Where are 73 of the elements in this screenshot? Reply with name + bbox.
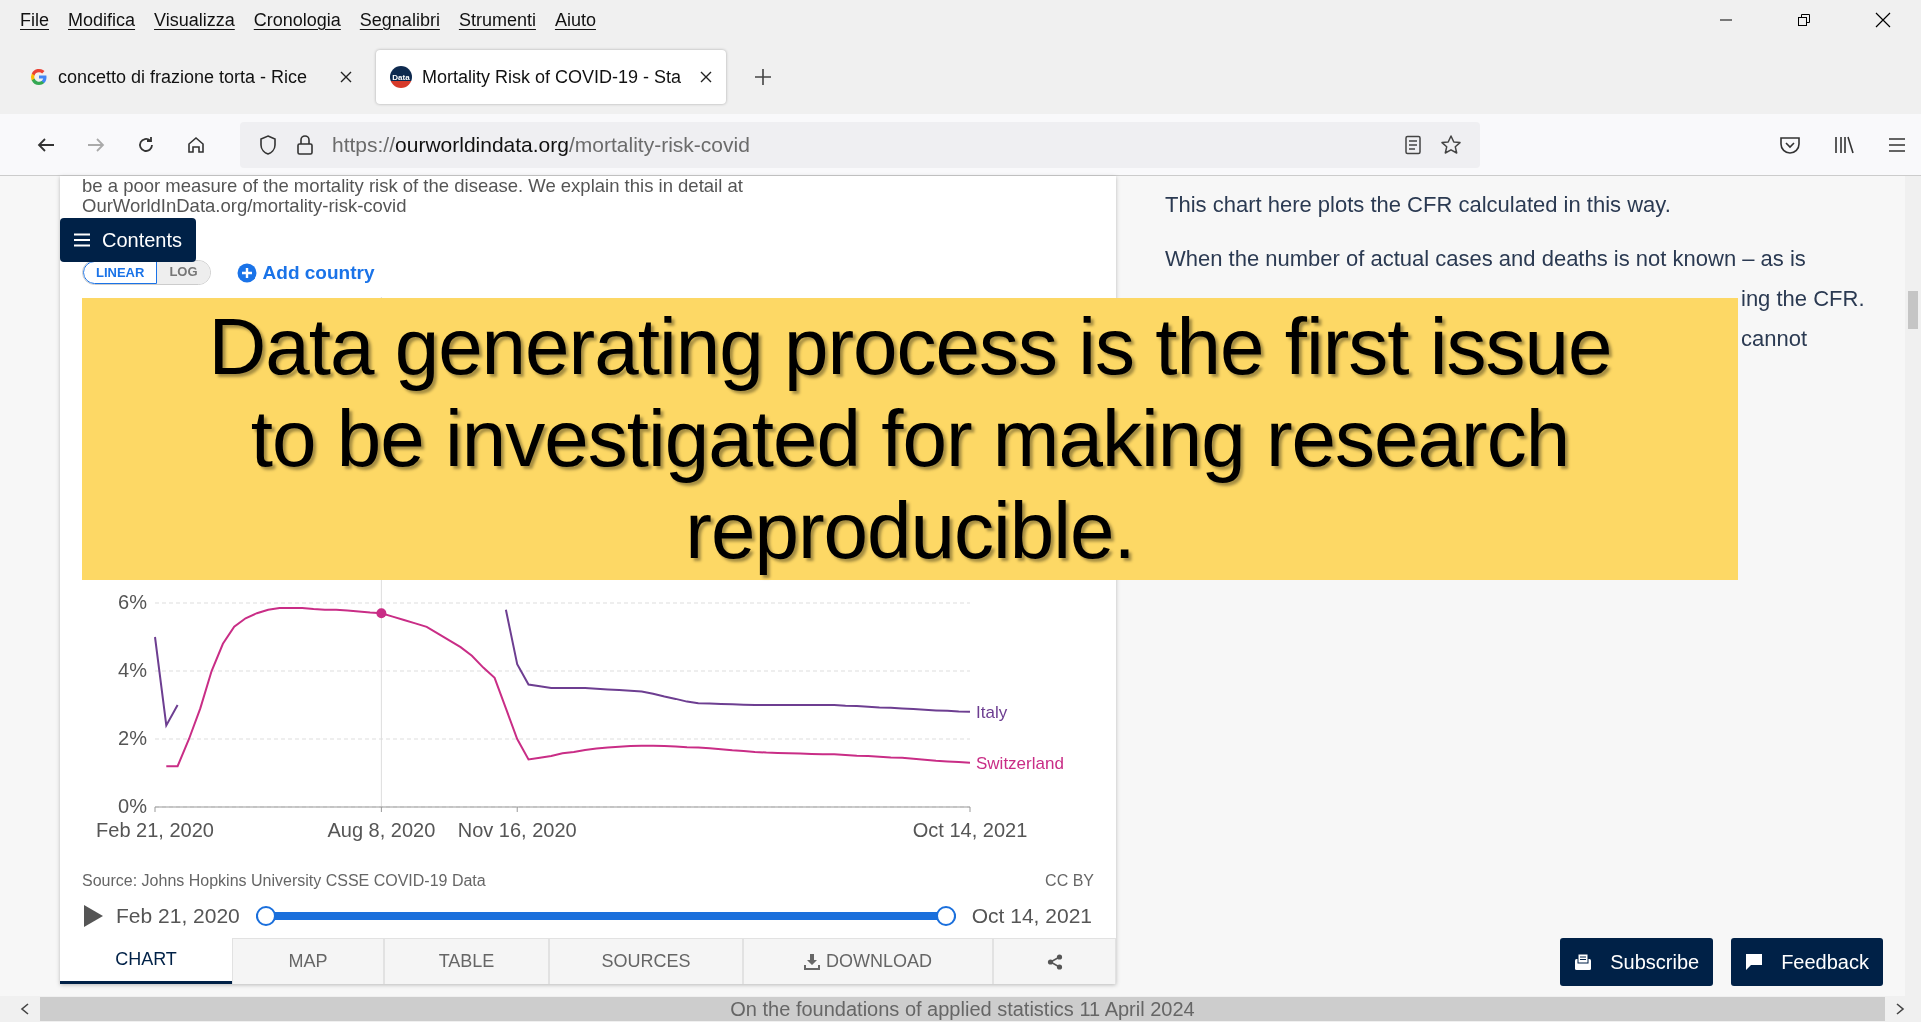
home-icon[interactable] xyxy=(186,134,206,155)
browser-tab[interactable]: concetto di frazione torta - Rice xyxy=(16,50,366,104)
x-tick-label: Aug 8, 2020 xyxy=(327,819,436,841)
menu-item[interactable]: File xyxy=(20,9,49,31)
menu-item[interactable]: Strumenti xyxy=(458,9,536,31)
end-date: Oct 14, 2021 xyxy=(971,904,1092,928)
scroll-right-icon[interactable] xyxy=(1895,1003,1905,1015)
feedback-button[interactable]: Feedback xyxy=(1731,938,1883,986)
bookmark-star-icon[interactable] xyxy=(1440,133,1462,156)
contents-button[interactable]: Contents xyxy=(60,218,197,262)
menu-item[interactable]: Modifica xyxy=(68,9,136,31)
source-link[interactable]: OurWorldInData.org/mortality-risk-covid xyxy=(82,196,1116,216)
chart-tab[interactable]: MAP xyxy=(232,938,384,984)
hover-point xyxy=(376,608,387,619)
tab-title: Mortality Risk of COVID-19 - Sta xyxy=(422,66,683,88)
new-tab-icon[interactable] xyxy=(754,68,772,86)
close-icon[interactable] xyxy=(340,71,352,83)
y-tick-label: 0% xyxy=(118,795,147,817)
chart-tab[interactable]: DOWNLOAD xyxy=(743,938,993,984)
y-tick-label: 4% xyxy=(118,659,147,681)
article-text: ing the CFR. xyxy=(1741,285,1865,313)
caption-text: Data generating process is the first issue to be investigated for making research reproducible. xyxy=(208,301,1612,577)
share-icon xyxy=(1046,953,1063,970)
close-icon[interactable] xyxy=(1875,12,1891,28)
series-label: Italy xyxy=(976,702,1008,722)
lock-icon[interactable] xyxy=(296,133,314,156)
menu-item[interactable]: Segnalibri xyxy=(359,9,440,31)
reload-icon[interactable] xyxy=(136,134,156,155)
scale-toggle[interactable]: LOG xyxy=(157,261,210,284)
download-icon xyxy=(804,953,820,970)
chart-tab[interactable]: CHART xyxy=(60,938,232,984)
tab-title: concetto di frazione torta - Rice xyxy=(58,66,309,88)
subscribe-button[interactable]: Subscribe xyxy=(1560,938,1714,986)
menu-item[interactable]: Visualizza xyxy=(154,9,235,31)
menu-icon xyxy=(74,233,90,247)
shield-icon[interactable] xyxy=(258,133,278,156)
site-logo-icon: Data xyxy=(390,66,412,88)
reader-view-icon[interactable] xyxy=(1404,134,1422,155)
menu-item[interactable]: Cronologia xyxy=(253,9,341,31)
y-tick-label: 2% xyxy=(118,727,147,749)
add-country-button[interactable]: Add country xyxy=(236,261,375,284)
slider-handle[interactable] xyxy=(935,906,956,926)
menu-item[interactable]: Aiuto xyxy=(554,9,596,31)
scroll-left-icon[interactable] xyxy=(20,1003,30,1015)
chat-bubble-icon xyxy=(1745,953,1764,971)
close-icon[interactable] xyxy=(700,71,712,83)
x-tick-label: Feb 21, 2020 xyxy=(96,819,214,841)
plus-icon xyxy=(236,262,257,283)
license-link[interactable]: CC BY xyxy=(1045,872,1094,890)
chart-tab[interactable]: TABLE xyxy=(384,938,549,984)
address-bar[interactable]: https://ourworldindata.org/mortality-risk-covid xyxy=(240,121,1480,168)
y-tick-label: 6% xyxy=(118,591,147,613)
intro-text: be a poor measure of the mortality risk of the disease. We explain this in detail at xyxy=(82,176,744,196)
start-date: Feb 21, 2020 xyxy=(116,904,240,928)
source-note: Source: Johns Hopkins University CSSE COVID-19 Data xyxy=(82,872,486,890)
scrollbar[interactable] xyxy=(1905,176,1921,996)
browser-tab[interactable]: Data Mortality Risk of COVID-19 - Sta xyxy=(376,50,726,104)
restore-icon[interactable] xyxy=(1797,13,1811,27)
chart-tab[interactable]: SOURCES xyxy=(549,938,743,984)
series-label: Switzerland xyxy=(976,753,1064,773)
article-paragraph: When the number of actual cases and deaths is not known – as is xyxy=(1165,245,1807,273)
timeline-slider[interactable] xyxy=(255,904,956,928)
x-tick-label: Oct 14, 2021 xyxy=(912,819,1028,841)
x-tick-label: Nov 16, 2020 xyxy=(457,819,577,841)
scale-toggle[interactable]: LINEAR xyxy=(83,261,158,284)
slider-handle[interactable] xyxy=(255,906,276,926)
pocket-icon[interactable] xyxy=(1779,134,1801,155)
article-paragraph: This chart here plots the CFR calculated in this way. xyxy=(1165,191,1672,219)
play-icon[interactable] xyxy=(82,904,104,928)
article-text: cannot xyxy=(1741,325,1808,353)
slide-footer-text: On the foundations of applied statistics 11 April 2024 xyxy=(730,997,1195,1021)
url-text: https://ourworldindata.org/mortality-risk-covid xyxy=(332,132,750,157)
google-icon xyxy=(30,68,48,86)
